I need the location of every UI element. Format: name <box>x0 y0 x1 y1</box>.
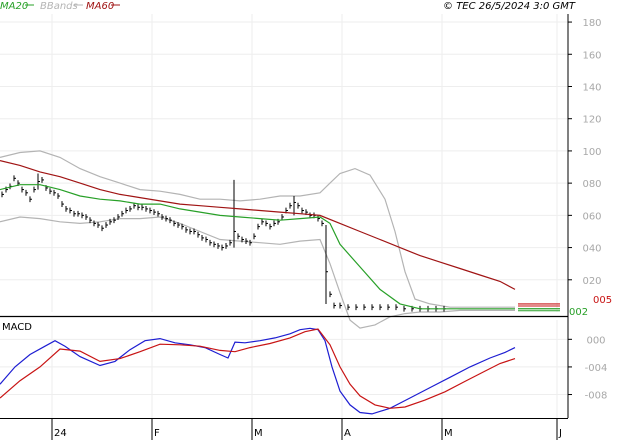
macd-tick-label: 000 <box>586 335 605 346</box>
chart-background <box>0 0 627 440</box>
legend-label-ma20: MA20 <box>0 1 28 12</box>
date-tick-label: M <box>254 428 263 439</box>
date-tick-label: F <box>154 428 160 439</box>
price-tick-label: 100 <box>582 147 601 158</box>
price-tick-label: 020 <box>582 276 601 287</box>
date-tick-label: M <box>444 428 453 439</box>
price-tick-label: 120 <box>582 115 601 126</box>
date-tick-label: 24 <box>54 428 67 439</box>
marker-label-005: 005 <box>593 295 612 306</box>
credit-text: © TEC 26/5/2024 3:0 GMT <box>443 1 576 12</box>
date-tick-label: A <box>344 428 351 439</box>
price-tick-label: 140 <box>582 82 601 93</box>
legend-label-ma60: MA60 <box>86 1 114 12</box>
legend-label-bbands: BBands <box>40 1 78 12</box>
price-tick-label: 040 <box>582 244 601 255</box>
legend: MA20 BBands MA60 <box>0 1 120 12</box>
price-tick-label: 180 <box>582 18 601 29</box>
price-tick-label: 060 <box>582 211 601 222</box>
date-tick-label: J <box>558 428 562 439</box>
chart-root: MA20 BBands MA60 © TEC 26/5/2024 3:0 GMT… <box>0 0 627 440</box>
macd-title: MACD <box>2 322 32 333</box>
price-tick-label: 080 <box>582 179 601 190</box>
price-tick-label: 160 <box>582 50 601 61</box>
marker-label-002: 002 <box>569 307 588 318</box>
macd-tick-label: -008 <box>585 391 608 402</box>
macd-tick-label: -004 <box>585 363 608 374</box>
